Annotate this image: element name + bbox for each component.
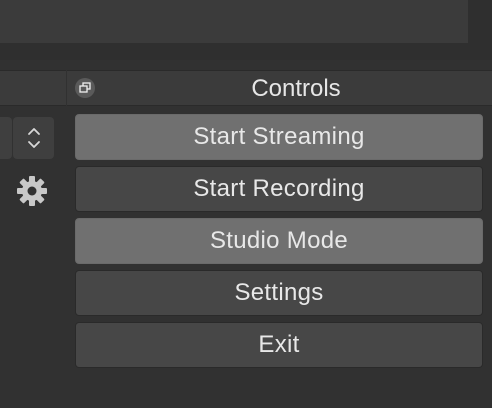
gear-icon[interactable] bbox=[16, 175, 48, 207]
studio-mode-button[interactable]: Studio Mode bbox=[75, 218, 483, 264]
spin-box bbox=[0, 117, 54, 159]
up-down-chevrons-icon[interactable] bbox=[13, 117, 54, 159]
left-dock bbox=[0, 60, 66, 408]
controls-dock: Controls Start Streaming Start Recording… bbox=[67, 60, 492, 408]
settings-button[interactable]: Settings bbox=[75, 270, 483, 316]
controls-dock-header: Controls bbox=[67, 70, 492, 106]
preview-area bbox=[0, 0, 492, 60]
dock-title: Controls bbox=[251, 75, 341, 102]
spin-field[interactable] bbox=[0, 117, 12, 159]
start-recording-button[interactable]: Start Recording bbox=[75, 166, 483, 212]
start-streaming-button[interactable]: Start Streaming bbox=[75, 114, 483, 160]
float-dock-icon[interactable] bbox=[75, 78, 95, 98]
preview-panel bbox=[0, 0, 468, 43]
left-dock-header bbox=[0, 70, 66, 106]
exit-button[interactable]: Exit bbox=[75, 322, 483, 368]
obs-window: Controls Start Streaming Start Recording… bbox=[0, 0, 492, 408]
